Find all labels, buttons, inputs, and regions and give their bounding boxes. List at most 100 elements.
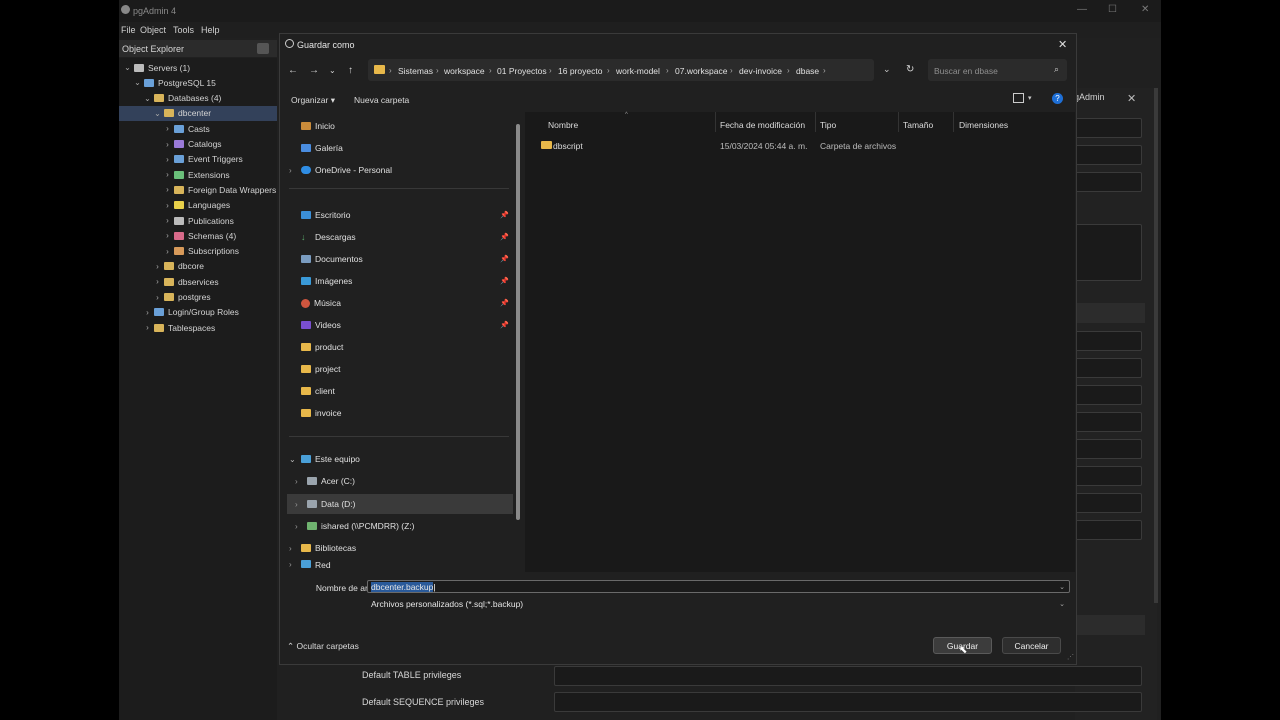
expand-chevron-icon[interactable]: › <box>153 262 162 271</box>
column-header-size[interactable]: Tamaño <box>903 120 933 130</box>
dialog-close-icon[interactable]: ✕ <box>1058 38 1067 51</box>
collapse-chevron-icon[interactable]: ⌄ <box>153 109 162 118</box>
collapse-chevron-icon[interactable]: ⌄ <box>133 78 142 87</box>
tree-node[interactable]: › Subscriptions <box>119 244 277 259</box>
pgadmin-field[interactable] <box>1075 439 1142 459</box>
cancel-button[interactable]: Cancelar <box>1002 637 1061 654</box>
menu-tools[interactable]: Tools <box>173 25 194 35</box>
tree-node[interactable]: › Publications <box>119 213 277 228</box>
nav-item-home[interactable]: Inicio <box>301 116 335 136</box>
pgadmin-field[interactable] <box>1075 172 1142 192</box>
pgadmin-field[interactable] <box>1075 493 1142 513</box>
menu-help[interactable]: Help <box>201 25 220 35</box>
nav-item-desktop[interactable]: Escritorio 📌 <box>301 205 513 225</box>
search-icon[interactable]: ⌕ <box>1054 64 1059 75</box>
column-separator[interactable] <box>953 112 954 132</box>
pgadmin-scrollbar[interactable] <box>1154 88 1158 603</box>
nav-item-music[interactable]: Música 📌 <box>301 293 513 313</box>
nav-item-documents[interactable]: Documentos 📌 <box>301 249 513 269</box>
collapse-chevron-icon[interactable]: ⌄ <box>123 63 132 72</box>
recent-locations-chevron-icon[interactable]: ⌄ <box>329 66 336 75</box>
pgadmin-dialog-close-icon[interactable]: ✕ <box>1127 92 1136 105</box>
tree-node[interactable]: › Foreign Data Wrappers <box>119 182 277 197</box>
default-sequence-privileges-field[interactable] <box>554 692 1142 712</box>
collapse-chevron-icon[interactable]: ⌄ <box>143 94 152 103</box>
nav-item-invoice[interactable]: invoice <box>301 403 341 423</box>
expand-chevron-icon[interactable]: › <box>153 277 162 286</box>
column-header-type[interactable]: Tipo <box>820 120 836 130</box>
tree-node[interactable]: ⌄ PostgreSQL 15 <box>119 75 277 90</box>
nav-item-drive-d[interactable]: › Data (D:) <box>287 494 513 514</box>
view-dropdown-chevron-icon[interactable]: ▾ <box>1028 94 1032 102</box>
maximize-icon[interactable]: ☐ <box>1108 4 1117 15</box>
nav-item-client[interactable]: client <box>301 381 335 401</box>
minimize-icon[interactable]: — <box>1077 4 1087 15</box>
tree-node[interactable]: › Extensions <box>119 167 277 182</box>
pgadmin-field[interactable] <box>1075 520 1142 540</box>
address-bar[interactable]: › Sistemas › workspace › 01 Proyectos › … <box>368 59 891 81</box>
back-arrow-icon[interactable]: ← <box>288 65 298 76</box>
expand-chevron-icon[interactable]: › <box>163 124 172 133</box>
hide-folders-button[interactable]: ⌃ Ocultar carpetas <box>287 641 359 652</box>
expand-chevron-icon[interactable]: › <box>295 477 307 486</box>
breadcrumb-item[interactable]: work-model <box>616 66 660 76</box>
pgadmin-field[interactable] <box>1075 466 1142 486</box>
tree-node[interactable]: › dbcore <box>119 259 277 274</box>
query-tool-icon[interactable] <box>257 43 269 54</box>
filename-input[interactable]: dbcenter.backup| ⌄ <box>367 580 1070 593</box>
tree-node[interactable]: › Languages <box>119 198 277 213</box>
expand-chevron-icon[interactable]: › <box>143 323 152 332</box>
expand-chevron-icon[interactable]: › <box>163 155 172 164</box>
expand-chevron-icon[interactable]: › <box>163 170 172 179</box>
nav-item-this-pc[interactable]: ⌄ Este equipo <box>289 449 360 469</box>
column-separator[interactable] <box>815 112 816 132</box>
nav-item-drive-z[interactable]: › ishared (\\PCMDRR) (Z:) <box>295 516 415 536</box>
tree-node[interactable]: › Casts <box>119 121 277 136</box>
expand-chevron-icon[interactable]: › <box>163 185 172 194</box>
column-header-dimensions[interactable]: Dimensiones <box>959 120 1008 130</box>
expand-chevron-icon[interactable]: › <box>163 231 172 240</box>
breadcrumb-item[interactable]: dev-invoice <box>739 66 782 76</box>
menu-object[interactable]: Object <box>140 25 166 35</box>
pgadmin-field[interactable] <box>1075 331 1142 351</box>
nav-item-product[interactable]: product <box>301 337 343 357</box>
forward-arrow-icon[interactable]: → <box>309 65 319 76</box>
navigation-scrollbar[interactable] <box>516 124 520 520</box>
pgadmin-textarea[interactable] <box>1075 224 1142 281</box>
close-window-icon[interactable]: ✕ <box>1141 4 1149 15</box>
tree-node[interactable]: › dbservices <box>119 274 277 289</box>
refresh-icon[interactable]: ↻ <box>906 64 914 75</box>
tree-node[interactable]: › Tablespaces <box>119 320 277 335</box>
breadcrumb-item[interactable]: 07.workspace <box>675 66 727 76</box>
expand-chevron-icon[interactable]: › <box>143 308 152 317</box>
help-icon[interactable]: ? <box>1052 93 1063 104</box>
tree-node[interactable]: › Login/Group Roles <box>119 305 277 320</box>
nav-item-downloads[interactable]: ↓ Descargas 📌 <box>301 227 513 247</box>
expand-chevron-icon[interactable]: › <box>163 201 172 210</box>
filename-dropdown-chevron-icon[interactable]: ⌄ <box>1059 581 1065 594</box>
view-options-icon[interactable] <box>1013 93 1024 103</box>
expand-chevron-icon[interactable]: › <box>295 522 307 531</box>
expand-chevron-icon[interactable]: › <box>295 500 307 509</box>
expand-chevron-icon[interactable]: › <box>163 216 172 225</box>
expand-chevron-icon[interactable]: › <box>153 293 162 302</box>
breadcrumb-item[interactable]: workspace <box>444 66 485 76</box>
expand-chevron-icon[interactable]: › <box>163 140 172 149</box>
nav-item-drive-c[interactable]: › Acer (C:) <box>295 471 355 491</box>
tree-node[interactable]: › Event Triggers <box>119 152 277 167</box>
new-folder-button[interactable]: Nueva carpeta <box>354 95 409 105</box>
file-row[interactable]: dbscript 15/03/2024 05:44 a. m. Carpeta … <box>539 138 1059 154</box>
column-separator[interactable] <box>715 112 716 132</box>
nav-item-network[interactable]: › Red <box>289 560 331 572</box>
breadcrumb-item[interactable]: dbase <box>796 66 819 76</box>
default-table-privileges-field[interactable] <box>554 666 1142 686</box>
pgadmin-field[interactable] <box>1075 412 1142 432</box>
expand-chevron-icon[interactable]: › <box>289 544 301 553</box>
nav-item-project[interactable]: project <box>301 359 341 379</box>
tree-node[interactable]: › Catalogs <box>119 137 277 152</box>
menu-file[interactable]: File <box>121 25 136 35</box>
file-type-select[interactable]: Archivos personalizados (*.sql;*.backup)… <box>367 597 1070 610</box>
resize-grip-icon[interactable]: ⋰ <box>1067 653 1074 661</box>
pgadmin-field[interactable] <box>1075 358 1142 378</box>
nav-item-libraries[interactable]: › Bibliotecas <box>289 538 356 558</box>
